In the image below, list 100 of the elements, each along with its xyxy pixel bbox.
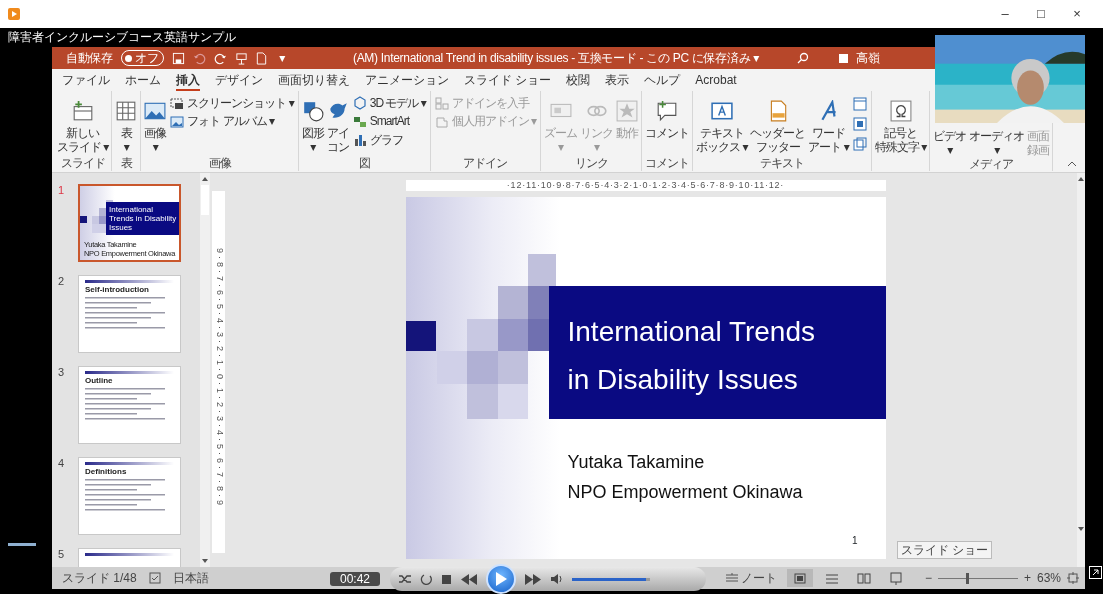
presenter-icon[interactable] <box>235 51 249 65</box>
spellcheck-icon[interactable] <box>148 572 161 584</box>
scrollbar[interactable] <box>1077 173 1085 567</box>
ribbon-button[interactable]: オーディオ ▾ <box>968 126 1026 157</box>
object-icon[interactable] <box>852 137 867 151</box>
ribbon-tab[interactable]: スライド ショー <box>464 69 552 91</box>
zoom-percent[interactable]: 63% <box>1036 570 1061 586</box>
slide-number: 5 <box>58 548 66 562</box>
ribbon-button[interactable]: スクリーンショット ▾ <box>168 95 296 112</box>
search-icon[interactable] <box>797 52 810 64</box>
volume-icon[interactable] <box>550 573 564 585</box>
notes-icon <box>725 573 738 583</box>
ribbon-button[interactable]: 表 ▾ <box>114 93 139 154</box>
shuffle-icon[interactable] <box>398 573 412 585</box>
normal-view-button[interactable] <box>786 569 813 587</box>
notes-button[interactable]: ノート <box>725 570 777 586</box>
ribbon-button[interactable]: ヘッダーと フッター <box>749 93 807 154</box>
ribbon-button[interactable]: ワード アート ▾ <box>807 93 850 154</box>
document-icon[interactable] <box>256 51 268 65</box>
fit-to-window-icon[interactable] <box>1067 572 1079 584</box>
scroll-up-icon[interactable] <box>202 177 208 181</box>
ribbon-button[interactable]: ビデオ ▾ <box>932 126 968 157</box>
maximize-button[interactable]: □ <box>1023 6 1059 22</box>
language-label: 日本語 <box>172 570 209 586</box>
chart-icon <box>352 132 367 147</box>
stop-icon[interactable] <box>441 573 452 585</box>
group-label: スライド <box>59 156 106 171</box>
ribbon-button[interactable]: 記号と 特殊文字 ▾ <box>873 93 928 154</box>
ribbon-tab[interactable]: 表示 <box>605 69 630 91</box>
ribbon-tab[interactable]: アニメーション <box>365 69 449 91</box>
slide-number: 1 <box>58 184 66 198</box>
group-label: メディア <box>968 157 1015 172</box>
ribbon-button[interactable]: テキスト ボックス ▾ <box>695 93 749 154</box>
ribbon-button[interactable]: SmartArt <box>350 113 428 130</box>
slide-thumbnail[interactable]: Outline <box>78 366 181 444</box>
close-button[interactable]: × <box>1059 6 1095 22</box>
slide-thumbnail[interactable]: Self-introduction <box>78 275 181 353</box>
ribbon-button[interactable]: 図形 ▾ <box>300 93 325 154</box>
slider-thumb[interactable] <box>965 572 969 584</box>
ribbon-button[interactable]: アイ コン <box>325 93 350 154</box>
ribbon-button[interactable]: コメント <box>644 93 691 140</box>
previous-icon[interactable] <box>460 573 478 585</box>
ribbon-button[interactable]: グラフ <box>350 131 428 149</box>
group-label: 表 <box>119 156 134 171</box>
ribbon-tab[interactable]: ヘルプ <box>644 69 681 91</box>
play-button[interactable] <box>486 564 516 594</box>
group-label: テキスト <box>758 156 805 171</box>
play-icon <box>495 572 507 586</box>
ribbon-tab[interactable]: ホーム <box>125 69 161 91</box>
redo-icon[interactable] <box>214 51 228 65</box>
document-title: (AM) International Trend in disability issues - 互換モード - この PC に保存済み ▾ <box>352 50 760 66</box>
thumbnail-title: Self-introduction <box>84 284 150 296</box>
slide-number: 2 <box>58 275 66 289</box>
ribbon-tab[interactable]: 校閲 <box>566 69 591 91</box>
seek-marker <box>8 543 36 546</box>
ribbon-button[interactable]: 画像 ▾ <box>143 93 168 154</box>
zoom-in-button[interactable]: + <box>1023 570 1031 586</box>
repeat-icon[interactable] <box>420 572 433 586</box>
scroll-up-icon[interactable] <box>1078 177 1084 181</box>
ribbon-tab[interactable]: 画面切り替え <box>278 69 350 91</box>
screenshot-icon <box>170 96 185 111</box>
ribbon-button[interactable]: 新しい スライド ▾ <box>56 93 110 154</box>
comment-icon <box>656 100 679 122</box>
minimize-button[interactable]: – <box>987 6 1023 22</box>
video-title: 障害者インクルーシブコース英語サンプル <box>7 29 237 46</box>
ribbon-tab[interactable]: Acrobat <box>695 69 737 91</box>
slide-subtitle: Yutaka Takamine NPO Empowerment Okinawa <box>567 451 804 504</box>
scrollbar[interactable] <box>200 173 210 567</box>
slide-number: 4 <box>58 457 66 471</box>
ribbon-button[interactable]: フォト アルバム ▾ <box>168 113 296 130</box>
group-label: 画像 <box>207 156 233 171</box>
slide-number: 3 <box>58 366 66 380</box>
thumbnail-title: Outline <box>84 375 114 387</box>
outline-view-icon <box>824 571 839 585</box>
save-icon[interactable] <box>172 51 186 65</box>
ribbon-tab[interactable]: デザイン <box>215 69 263 91</box>
text-box-icon <box>710 100 733 122</box>
zoom-out-button[interactable]: − <box>924 570 932 586</box>
slide-counter: スライド 1/48 <box>62 570 137 586</box>
user-name: 高嶺 <box>856 50 880 66</box>
date-icon[interactable] <box>852 97 867 111</box>
ribbon-button[interactable]: 3D モデル ▾ <box>350 95 428 112</box>
vertical-ruler: 9·8·7·6·5·4·3·2·1·0·1·2·3·4·5·6·7·8·9 <box>211 191 225 553</box>
omega-icon <box>889 100 912 122</box>
slide-title: International Trends in Disability Issues <box>567 315 816 397</box>
group-label: リンク <box>573 156 609 171</box>
slide-thumbnail[interactable]: Definitions <box>78 457 181 535</box>
next-icon[interactable] <box>524 573 542 585</box>
slide-number-icon[interactable] <box>852 117 867 131</box>
scrollbar-thumb[interactable] <box>201 185 209 215</box>
scroll-down-icon[interactable] <box>202 559 208 563</box>
scroll-down-icon[interactable] <box>1078 527 1084 531</box>
ribbon-tab[interactable]: ファイル <box>62 69 110 91</box>
page-number: 1 <box>851 535 858 547</box>
add-in-icon <box>434 114 449 129</box>
group-label: 図 <box>357 156 371 171</box>
thumbnail-title: Definitions <box>84 466 128 478</box>
customize-toolbar-button[interactable]: ▾ <box>279 50 285 66</box>
expand-icon[interactable] <box>1089 566 1102 579</box>
collapse-ribbon-icon[interactable] <box>1067 161 1077 167</box>
